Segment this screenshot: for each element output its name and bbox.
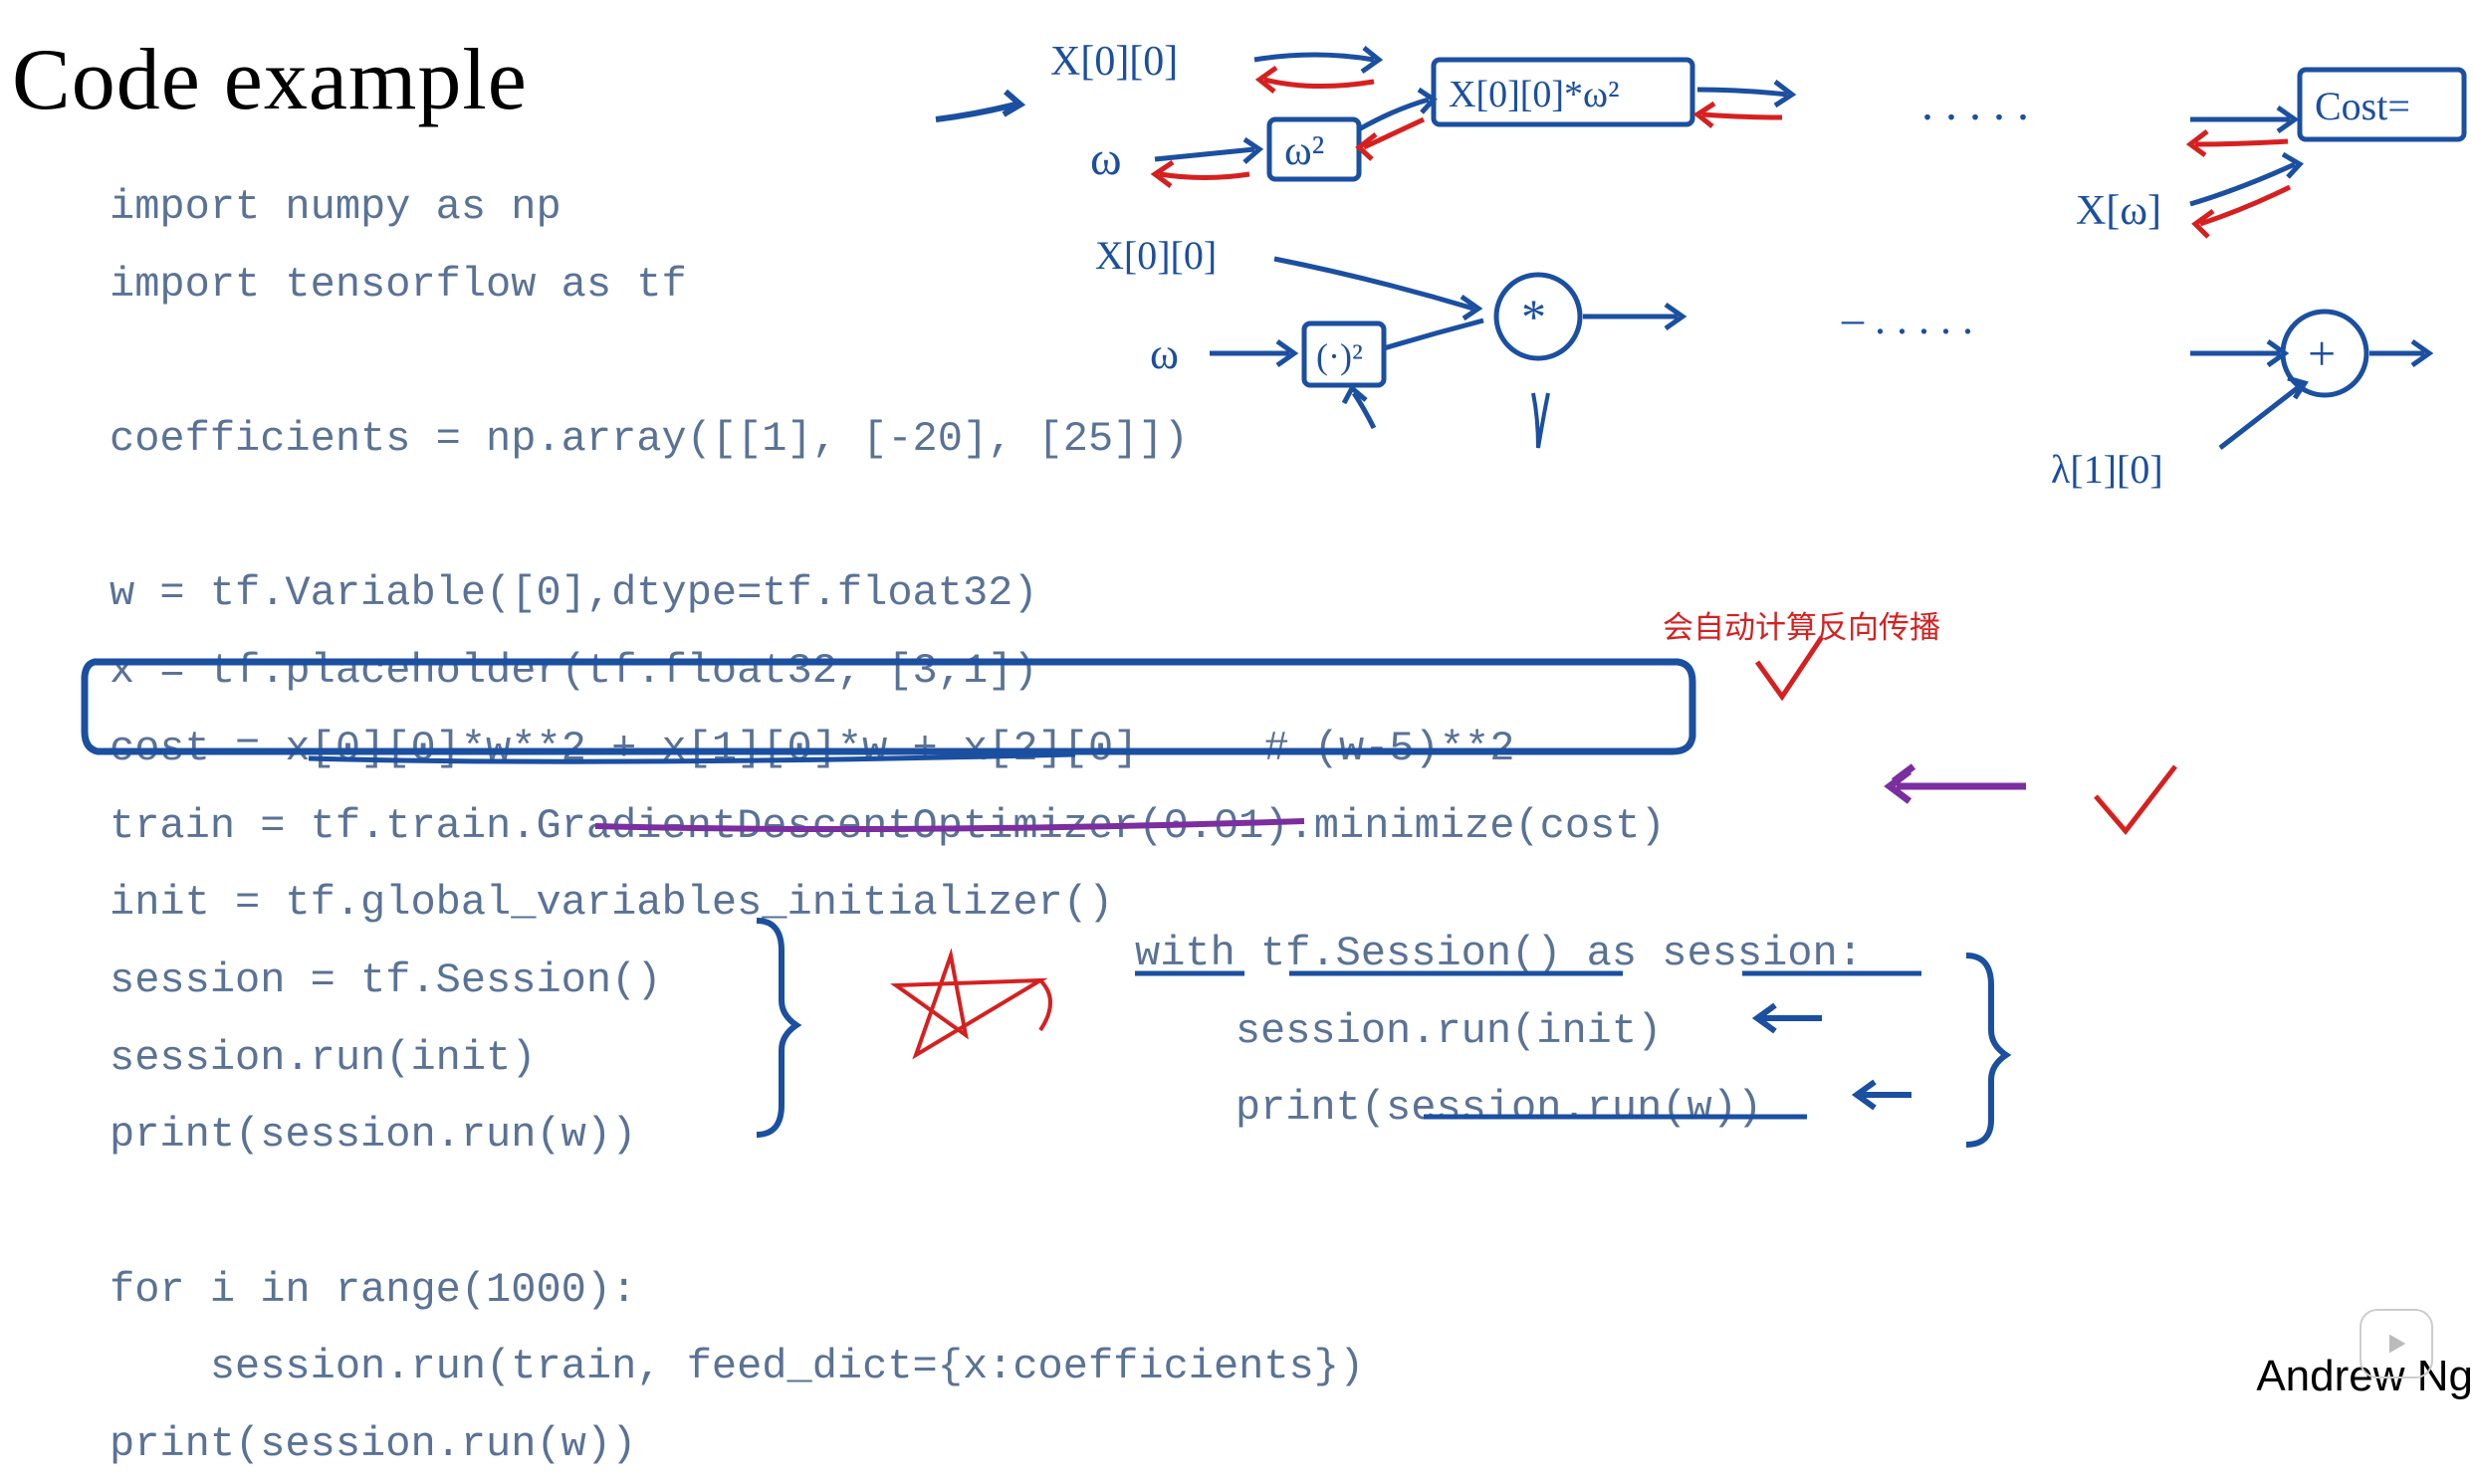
code-line: x = tf.placeholder(tf.float32, [3,1])	[110, 647, 1038, 695]
code-line: cost = x[0][0]*w**2 + x[1][0]*w + x[2][0…	[110, 725, 1514, 772]
code-listing: import numpy as np import tensorflow as …	[110, 169, 1666, 1484]
alt-code-listing: with tf.Session() as session: session.ru…	[1135, 916, 1863, 1148]
svg-text:– . . . . .: – . . . . .	[1841, 295, 1973, 343]
code-line: session.run(init)	[110, 1034, 536, 1082]
play-button[interactable]	[2360, 1309, 2433, 1378]
svg-text:X[ω]: X[ω]	[2076, 188, 2161, 234]
slide-title: Code example	[12, 30, 528, 130]
code-line: for i in range(1000):	[110, 1266, 636, 1314]
code-line: session.run(init)	[1135, 1007, 1662, 1055]
svg-text:+: +	[2308, 325, 2336, 381]
code-line: import tensorflow as tf	[110, 261, 687, 309]
code-line: print(session.run(w))	[110, 1420, 636, 1468]
code-line: print(session.run(w))	[1135, 1084, 1762, 1132]
play-icon	[2382, 1330, 2410, 1358]
code-line: w = tf.Variable([0],dtype=tf.float32)	[110, 569, 1038, 617]
svg-text:ω²: ω²	[1284, 128, 1324, 174]
code-line: with tf.Session() as session:	[1135, 930, 1863, 977]
svg-text:X[0][0]: X[0][0]	[1050, 39, 1178, 85]
code-line: init = tf.global_variables_initializer()	[110, 879, 1113, 927]
code-line: session.run(train, feed_dict={x:coeffici…	[110, 1343, 1364, 1390]
code-line: print(session.run(w))	[110, 1111, 636, 1159]
code-line: import numpy as np	[110, 183, 562, 231]
annotation-backprop-note: 会自动计算反向传播	[1663, 602, 1940, 647]
svg-text:X[0][0]*ω²: X[0][0]*ω²	[1449, 74, 1619, 115]
svg-text:Cost=: Cost=	[2315, 84, 2410, 128]
code-line: session = tf.Session()	[110, 956, 662, 1004]
code-line: train = tf.train.GradientDescentOptimize…	[110, 802, 1666, 850]
svg-text:λ[1][0]: λ[1][0]	[2051, 447, 2163, 492]
svg-text:. . . . .: . . . . .	[1921, 78, 2029, 130]
code-line: coefficients = np.array([[1], [-20], [25…	[110, 415, 1189, 463]
